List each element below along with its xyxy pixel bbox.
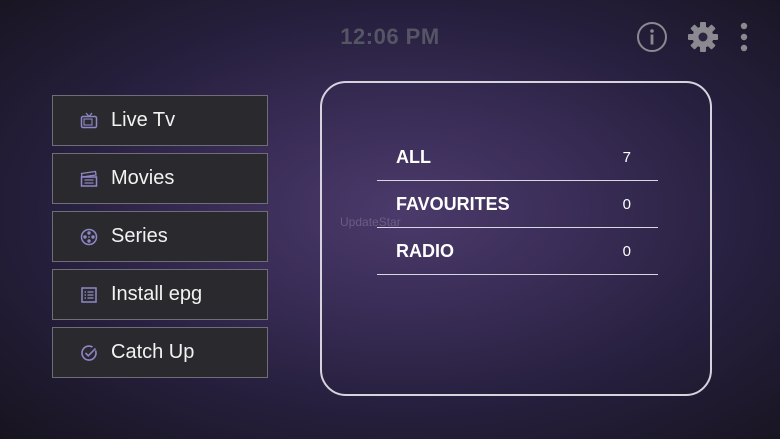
category-name: FAVOURITES bbox=[396, 194, 510, 214]
check-circle-icon bbox=[79, 343, 99, 363]
menu-item-live-tv[interactable]: Live Tv bbox=[52, 95, 268, 146]
main-menu: Live Tv Movies Series Install epg Catch … bbox=[52, 95, 268, 385]
category-count: 0 bbox=[622, 196, 631, 213]
category-name: ALL bbox=[396, 147, 431, 167]
menu-item-label: Install epg bbox=[111, 283, 203, 305]
category-radio[interactable]: RADIO 0 bbox=[377, 229, 658, 275]
more-vertical-icon[interactable] bbox=[738, 21, 750, 53]
category-panel: UpdateStar ALL 7 FAVOURITES 0 RADIO 0 bbox=[320, 81, 712, 396]
info-icon[interactable] bbox=[636, 21, 668, 53]
category-all[interactable]: ALL 7 bbox=[377, 135, 658, 181]
menu-item-catch-up[interactable]: Catch Up bbox=[52, 327, 268, 378]
top-toolbar bbox=[636, 20, 750, 54]
menu-item-label: Series bbox=[111, 225, 168, 247]
category-count: 0 bbox=[622, 243, 631, 260]
category-list: ALL 7 FAVOURITES 0 RADIO 0 bbox=[377, 135, 658, 276]
menu-item-label: Catch Up bbox=[111, 341, 195, 363]
menu-item-series[interactable]: Series bbox=[52, 211, 268, 262]
menu-item-label: Movies bbox=[111, 167, 175, 189]
clapperboard-icon bbox=[79, 169, 99, 189]
category-count: 7 bbox=[622, 149, 631, 166]
tv-icon bbox=[79, 111, 99, 131]
category-name: RADIO bbox=[396, 241, 454, 261]
gear-icon[interactable] bbox=[686, 20, 720, 54]
menu-item-install-epg[interactable]: Install epg bbox=[52, 269, 268, 320]
menu-item-label: Live Tv bbox=[111, 109, 176, 131]
menu-item-movies[interactable]: Movies bbox=[52, 153, 268, 204]
category-favourites[interactable]: FAVOURITES 0 bbox=[377, 182, 658, 228]
film-reel-icon bbox=[79, 227, 99, 247]
list-icon bbox=[79, 285, 99, 305]
